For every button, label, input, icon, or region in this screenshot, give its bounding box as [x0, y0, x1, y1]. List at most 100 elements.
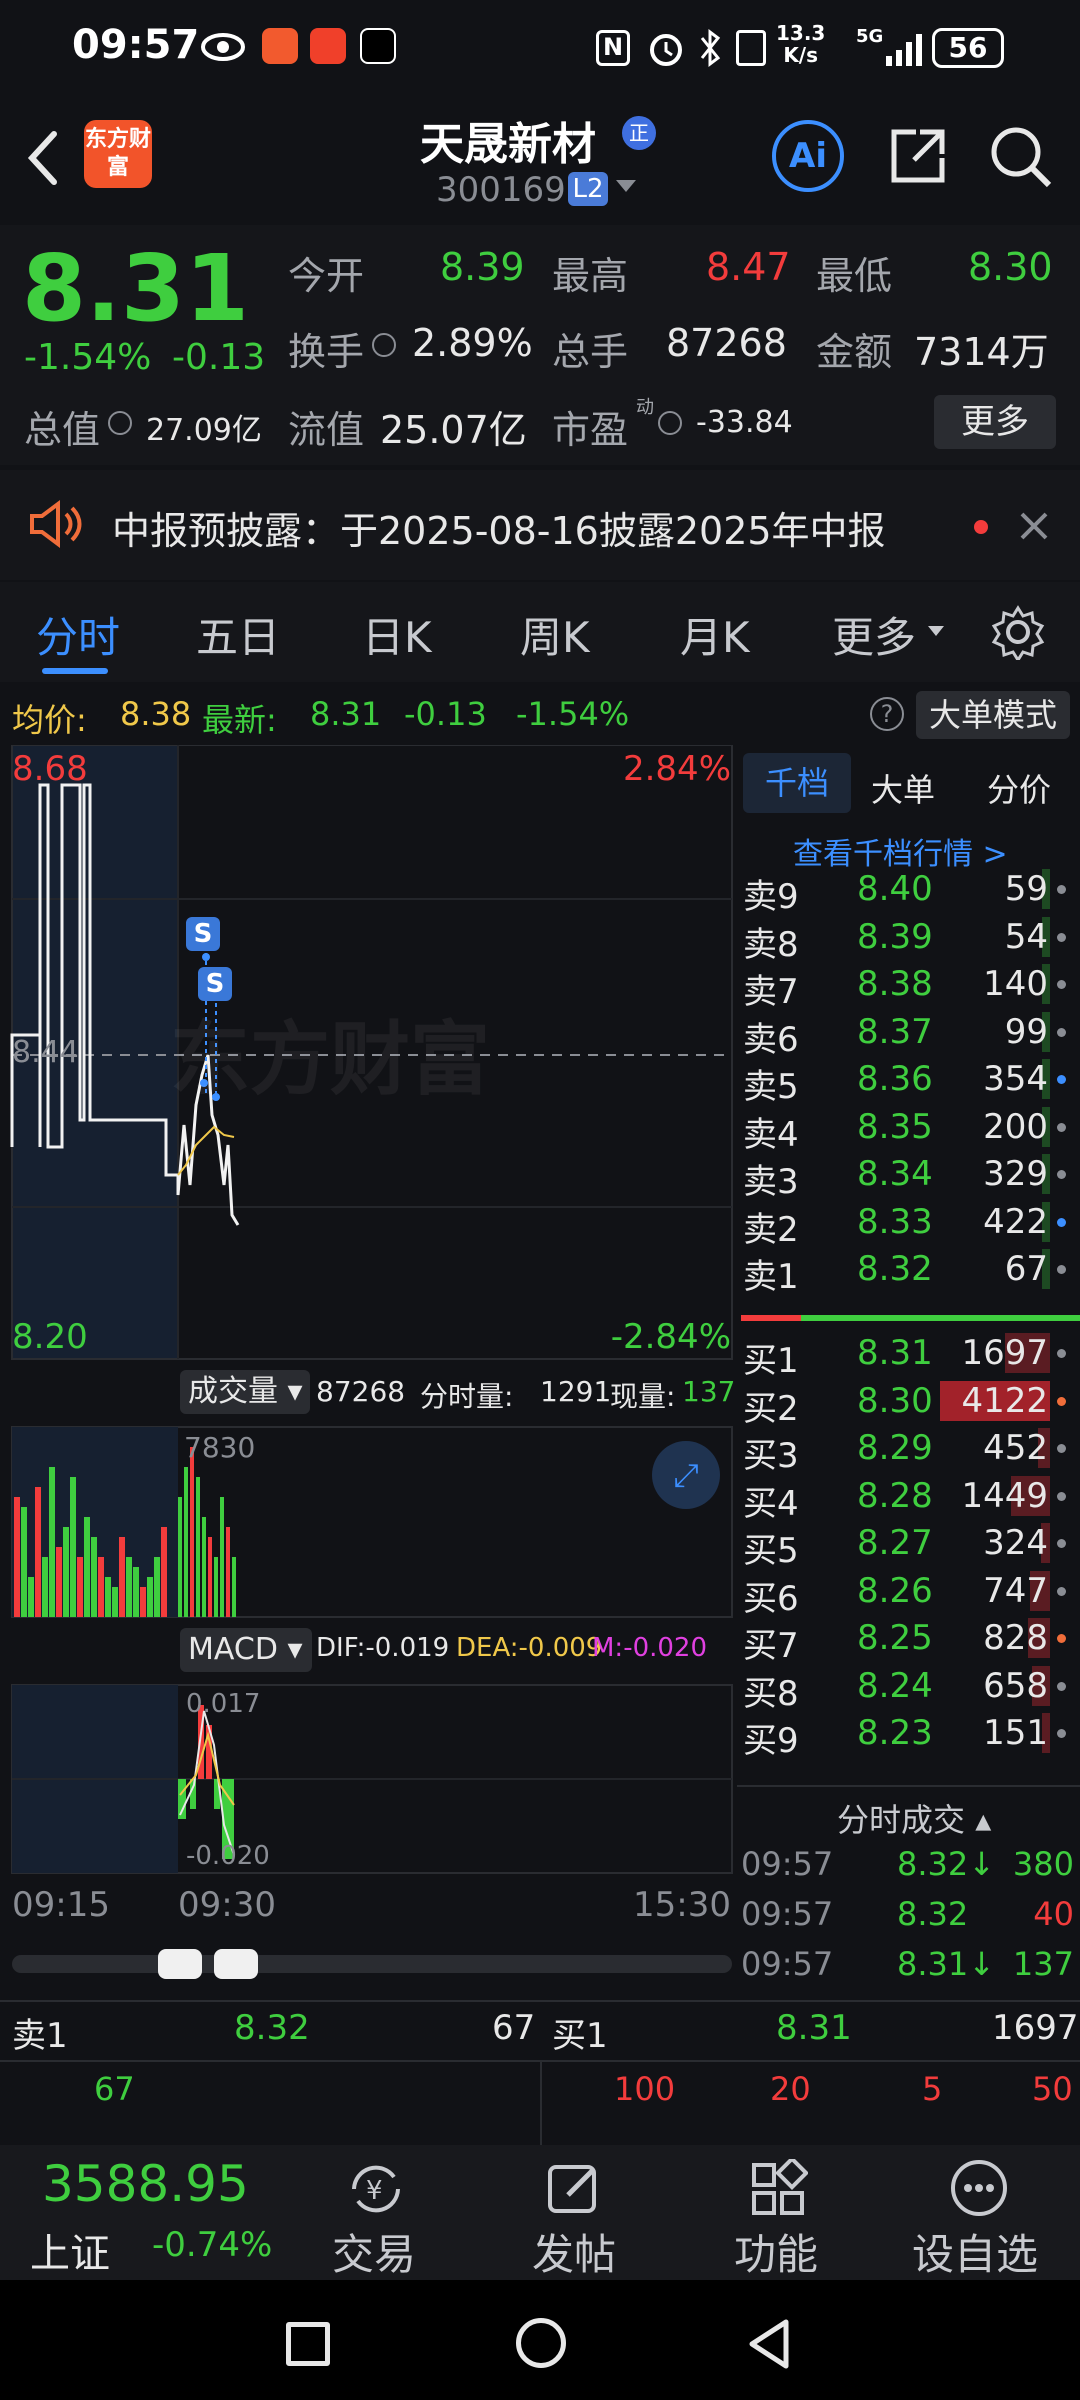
expand-icon[interactable]: ⤢ [652, 1441, 720, 1509]
bid-row[interactable]: 买6 8.26 747 [737, 1567, 1080, 1619]
share-icon[interactable] [886, 124, 950, 188]
sell-signal-marker[interactable]: S [198, 967, 232, 1001]
macd-indicator-select[interactable]: MACD ▾ [180, 1628, 312, 1672]
high-label: 最高 [552, 254, 629, 298]
tick-volume: 1291 [540, 1375, 612, 1408]
index-ticker[interactable]: 3588.95 上证 -0.74% [0, 2145, 290, 2280]
order-book: 千档 大单 分价 查看千档行情 > 卖9 8.40 59 卖8 8.39 54 卖7 8.38… [737, 745, 1080, 2000]
volume-bar [98, 1557, 104, 1617]
bid-row[interactable]: 买1 8.31 1697 [737, 1329, 1080, 1381]
ask-row[interactable]: 卖4 8.35 200 [737, 1103, 1080, 1155]
battery-icon: 56 [932, 28, 1004, 68]
back-icon[interactable] [22, 128, 62, 188]
volume-bar [112, 1587, 118, 1617]
float-cap-label: 流值 [288, 408, 365, 452]
volume-value: 87268 [666, 321, 787, 365]
volume-indicator-select[interactable]: 成交量 ▾ [180, 1370, 310, 1414]
info-icon[interactable] [372, 333, 396, 357]
level-volume: 140 [983, 964, 1048, 1004]
ask-row[interactable]: 卖1 8.32 67 [737, 1245, 1080, 1297]
close-icon[interactable] [1018, 510, 1050, 542]
bid-row[interactable]: 买7 8.25 828 [737, 1614, 1080, 1666]
home-icon[interactable] [516, 2318, 566, 2368]
open-label: 今开 [288, 254, 365, 298]
volume-bar [70, 1477, 76, 1617]
bid-row[interactable]: 买2 8.30 4122 [737, 1377, 1080, 1429]
level-label: 买4 [743, 1483, 799, 1524]
ask-row[interactable]: 卖5 8.36 354 [737, 1055, 1080, 1107]
volume-bar [208, 1537, 212, 1617]
time-axis-close: 15:30 [633, 1885, 731, 1925]
tab-more[interactable]: 更多 [832, 604, 916, 665]
recents-icon[interactable] [286, 2322, 330, 2366]
nav-post[interactable]: 发帖 [520, 2145, 630, 2280]
help-icon[interactable]: ? [870, 697, 904, 731]
status-dot [1057, 1349, 1066, 1358]
nav-watchlist[interactable]: 设自选 [900, 2145, 1060, 2280]
level-volume: 422 [983, 1201, 1048, 1242]
volume-bar [84, 1517, 90, 1617]
macd-top: 0.017 [186, 1689, 261, 1719]
notice-text: 中报预披露：于2025-08-16披露2025年中报 [112, 509, 886, 553]
status-dot [1057, 1170, 1066, 1179]
tab-big-order[interactable]: 大单 [871, 765, 935, 811]
level-volume: 59 [1004, 869, 1048, 909]
status-dot [1057, 1122, 1066, 1132]
chevron-down-icon [928, 626, 944, 636]
info-icon[interactable] [658, 411, 682, 435]
bid-row[interactable]: 买3 8.29 452 [737, 1424, 1080, 1476]
status-time: 09:57 [72, 22, 200, 68]
notice-bar[interactable]: 中报预披露：于2025-08-16披露2025年中报 [0, 470, 1080, 580]
turnover-value: 2.89% [412, 321, 533, 365]
search-icon[interactable] [988, 124, 1054, 190]
level-volume: 324 [983, 1523, 1048, 1563]
index-value: 3588.95 [42, 2155, 249, 2213]
level-volume: 99 [1004, 1011, 1048, 1052]
pe-value: -33.84 [696, 405, 793, 440]
info-icon[interactable] [108, 411, 132, 435]
y-axis-low: 8.20 [12, 1317, 88, 1357]
tick-price: 8.31↓ [897, 1945, 996, 1983]
tab-level-book[interactable]: 千档 [743, 753, 851, 813]
status-dot [1057, 1681, 1066, 1691]
nav-functions[interactable]: 功能 [722, 2145, 832, 2280]
buy1-price: 8.31 [776, 2008, 852, 2048]
tab-five-day[interactable]: 五日 [196, 604, 280, 665]
nav-trade[interactable]: ¥ 交易 [320, 2145, 430, 2280]
big-order-mode-button[interactable]: 大单模式 [916, 691, 1070, 739]
nav-functions-label: 功能 [734, 2230, 819, 2279]
level2-badge[interactable]: L2 [568, 172, 608, 206]
ask-row[interactable]: 卖6 8.37 99 [737, 1008, 1080, 1060]
ask-row[interactable]: 卖8 8.39 54 [737, 913, 1080, 965]
level-price: 8.30 [857, 1380, 933, 1421]
now-volume-label: 现量: [610, 1380, 676, 1413]
ask-row[interactable]: 卖7 8.38 140 [737, 960, 1080, 1012]
sell-signal-marker[interactable]: S [186, 917, 220, 951]
status-dot [1057, 980, 1066, 989]
chevron-down-icon[interactable] [616, 180, 636, 192]
tab-intraday[interactable]: 分时 [36, 604, 120, 665]
ask-row[interactable]: 卖3 8.34 329 [737, 1150, 1080, 1202]
volume-bar [119, 1537, 125, 1617]
ai-button[interactable]: Ai [772, 120, 844, 192]
stock-code: 300169 [436, 170, 566, 210]
ask-row[interactable]: 卖2 8.33 422 [737, 1198, 1080, 1250]
gear-icon[interactable] [990, 604, 1046, 660]
tab-monthly-k[interactable]: 月K [680, 604, 750, 665]
now-volume: 137 [682, 1375, 736, 1408]
back-nav-icon[interactable] [744, 2316, 794, 2372]
tab-daily-k[interactable]: 日K [362, 604, 432, 665]
latest-value: 8.31 [310, 695, 382, 733]
ticks-title[interactable]: 分时成交 ▴ [837, 1795, 991, 1841]
bid-row[interactable]: 买5 8.27 324 [737, 1519, 1080, 1571]
bid-row[interactable]: 买9 8.23 151 [737, 1709, 1080, 1761]
tab-price-dist[interactable]: 分价 [987, 765, 1051, 811]
level-price: 8.31 [857, 1333, 933, 1373]
tab-weekly-k[interactable]: 周K [520, 604, 590, 665]
intraday-chart[interactable]: 8.68 8.44 8.20 2.84% -2.84% 东方财富 S S 成交量… [0, 745, 735, 2000]
bid-row[interactable]: 买4 8.28 1449 [737, 1472, 1080, 1524]
bid-row[interactable]: 买8 8.24 658 [737, 1662, 1080, 1714]
more-button[interactable]: 更多 [934, 395, 1056, 449]
brand-logo[interactable]: 东方财富 [84, 120, 152, 188]
ask-row[interactable]: 卖9 8.40 59 [737, 865, 1080, 917]
